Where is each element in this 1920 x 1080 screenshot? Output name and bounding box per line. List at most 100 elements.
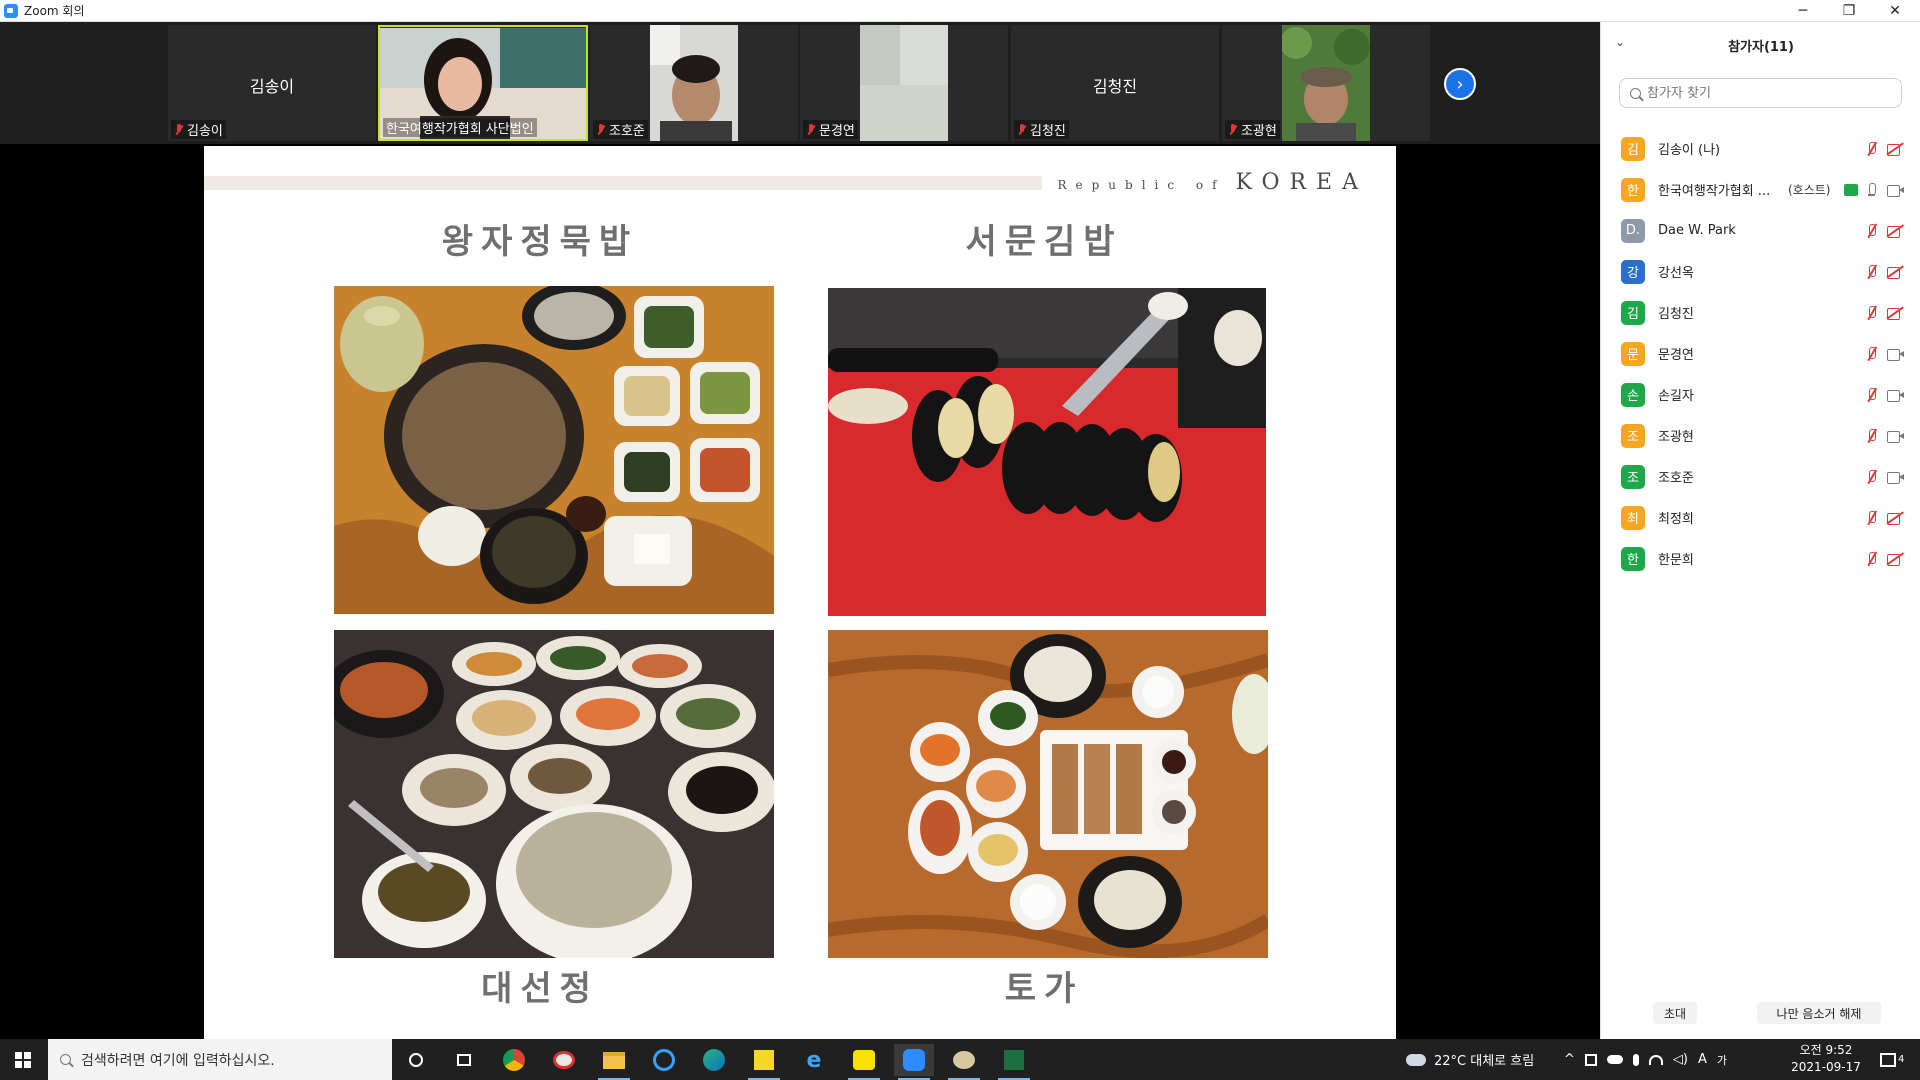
window-title: Zoom 회의	[24, 4, 85, 18]
notification-center-button[interactable]: 4	[1880, 1039, 1904, 1080]
participant-row[interactable]: 조 조광현	[1601, 415, 1920, 456]
participant-row[interactable]: 김 김송이 (나)	[1601, 128, 1920, 169]
tile-label: 조광현	[1225, 120, 1280, 139]
mic-muted-icon	[1864, 264, 1878, 280]
minimize-button[interactable]: ─	[1780, 0, 1826, 22]
video-tile[interactable]: 문경연	[800, 25, 1008, 141]
taskbar-app-excel[interactable]	[994, 1044, 1034, 1080]
participant-name: 김청진	[1658, 307, 1694, 322]
tile-label: 조호준	[593, 120, 648, 139]
slide-header-band	[204, 176, 1042, 190]
participant-search[interactable]	[1619, 78, 1902, 108]
cortana-button[interactable]	[396, 1044, 436, 1076]
participant-name: 손길자	[1658, 389, 1694, 404]
video-tile-active-speaker[interactable]: 한국여행작가협회 사단법인	[378, 25, 588, 141]
volume-icon[interactable]: ◁)	[1673, 1052, 1688, 1067]
participant-row[interactable]: D. Dae W. Park	[1601, 210, 1920, 251]
participant-name: 최정희	[1658, 512, 1694, 527]
participant-row[interactable]: 한 한문희	[1601, 538, 1920, 579]
host-tag: (호스트)	[1788, 183, 1831, 197]
video-icon	[1887, 471, 1905, 484]
participant-video	[1282, 25, 1370, 141]
taskbar-app-paint[interactable]	[544, 1044, 584, 1076]
mic-muted-icon	[1864, 305, 1878, 321]
taskbar-app-file-explorer[interactable]	[594, 1044, 634, 1080]
mic-muted-icon	[1864, 223, 1878, 239]
onedrive-icon[interactable]	[1606, 1055, 1623, 1064]
search-icon	[60, 1054, 71, 1065]
video-off-icon	[1887, 143, 1905, 156]
participant-status-icons	[1864, 469, 1905, 485]
taskbar-app-store[interactable]	[644, 1044, 684, 1076]
participant-name: 조광현	[1658, 430, 1694, 445]
avatar: 한	[1621, 177, 1645, 202]
weather-text: 22°C 대체로 흐림	[1434, 1054, 1535, 1069]
windows-logo-icon	[15, 1051, 31, 1068]
taskbar-app-edge[interactable]	[694, 1044, 734, 1076]
video-tile[interactable]: 조호준	[590, 25, 798, 141]
participant-status-icons	[1864, 510, 1905, 526]
taskbar-app-zoom[interactable]	[894, 1044, 934, 1080]
avatar: 강	[1621, 259, 1645, 284]
participant-name: 한국여행작가협회 ...	[1658, 184, 1771, 199]
video-tile[interactable]: 조광현	[1222, 25, 1430, 141]
taskbar-search[interactable]: 검색하려면 여기에 입력하십시오.	[48, 1039, 392, 1080]
ime-mode[interactable]: A	[1698, 1052, 1707, 1067]
maximize-button[interactable]: ❐	[1826, 0, 1872, 22]
participant-row[interactable]: 손 손길자	[1601, 374, 1920, 415]
start-button[interactable]	[0, 1039, 46, 1080]
video-tile[interactable]: 김청진 김청진	[1011, 25, 1219, 141]
task-view-button[interactable]	[444, 1044, 484, 1076]
clock[interactable]: 오전 9:52 2021-09-17	[1786, 1042, 1866, 1076]
participant-status-icons	[1864, 141, 1905, 157]
food-title-bottom-right: 토가	[1004, 969, 1084, 1009]
ime-hangul[interactable]: 가	[1717, 1052, 1727, 1068]
taskbar-app-paint-alt[interactable]	[944, 1044, 984, 1080]
participant-video	[650, 25, 738, 141]
store-icon	[653, 1049, 675, 1071]
participant-name: 한문희	[1658, 553, 1694, 568]
taskbar-app-internet-explorer[interactable]: e	[794, 1044, 834, 1076]
invite-button[interactable]: 초대	[1653, 1002, 1697, 1024]
participant-status-icons	[1864, 387, 1905, 403]
mic-muted-icon	[174, 123, 184, 136]
taskbar-app-sticky-notes[interactable]	[744, 1044, 784, 1080]
participant-row[interactable]: 문 문경연	[1601, 333, 1920, 374]
microphone-icon[interactable]	[1632, 1053, 1639, 1066]
chevron-up-icon[interactable]: ^	[1564, 1052, 1575, 1067]
tile-label: 김청진	[1014, 120, 1069, 139]
next-page-button[interactable]: ›	[1444, 68, 1476, 100]
system-tray: ^ ◁) A 가	[1564, 1039, 1727, 1080]
video-icon	[1887, 348, 1905, 361]
participant-row[interactable]: 한 한국여행작가협회 ... (호스트)	[1601, 169, 1920, 210]
food-title-top-left: 왕자정묵밥	[441, 222, 639, 262]
unmute-me-button[interactable]: 나만 음소거 해제	[1757, 1002, 1881, 1024]
weather-widget[interactable]: 22°C 대체로 흐림	[1406, 1039, 1534, 1080]
participant-search-input[interactable]	[1647, 85, 1887, 101]
wifi-icon[interactable]	[1648, 1054, 1663, 1065]
taskbar-app-kakaotalk[interactable]	[844, 1044, 884, 1080]
palette-icon	[953, 1051, 975, 1069]
close-button[interactable]: ✕	[1872, 0, 1918, 22]
participant-row[interactable]: 조 조호준	[1601, 456, 1920, 497]
participants-panel: ⌄ 참가자(11) 김김송이 (나)한한국여행작가협회 ...(호스트)D.Da…	[1600, 22, 1920, 1039]
video-tile[interactable]: 김송이 김송이	[168, 25, 376, 141]
participant-status-icons	[1864, 305, 1905, 321]
participant-row[interactable]: 김 김청진	[1601, 292, 1920, 333]
participants-header: 참가자(11)	[1728, 39, 1794, 55]
video-icon	[1887, 430, 1905, 443]
participant-status-icons	[1864, 346, 1905, 362]
taskbar-app-chrome[interactable]	[494, 1044, 534, 1076]
avatar: 손	[1621, 382, 1645, 407]
avatar: D.	[1621, 218, 1645, 243]
participant-row[interactable]: 강 강선옥	[1601, 251, 1920, 292]
excel-icon	[1004, 1050, 1024, 1070]
network-icon[interactable]	[1584, 1053, 1597, 1066]
avatar: 조	[1621, 423, 1645, 448]
mic-muted-icon	[1864, 510, 1878, 526]
participant-name: 김송이 (나)	[1658, 143, 1721, 158]
participant-row[interactable]: 최 최정희	[1601, 497, 1920, 538]
tile-label: 문경연	[803, 120, 858, 139]
mic-icon	[1864, 182, 1878, 198]
paint-icon	[553, 1051, 575, 1069]
